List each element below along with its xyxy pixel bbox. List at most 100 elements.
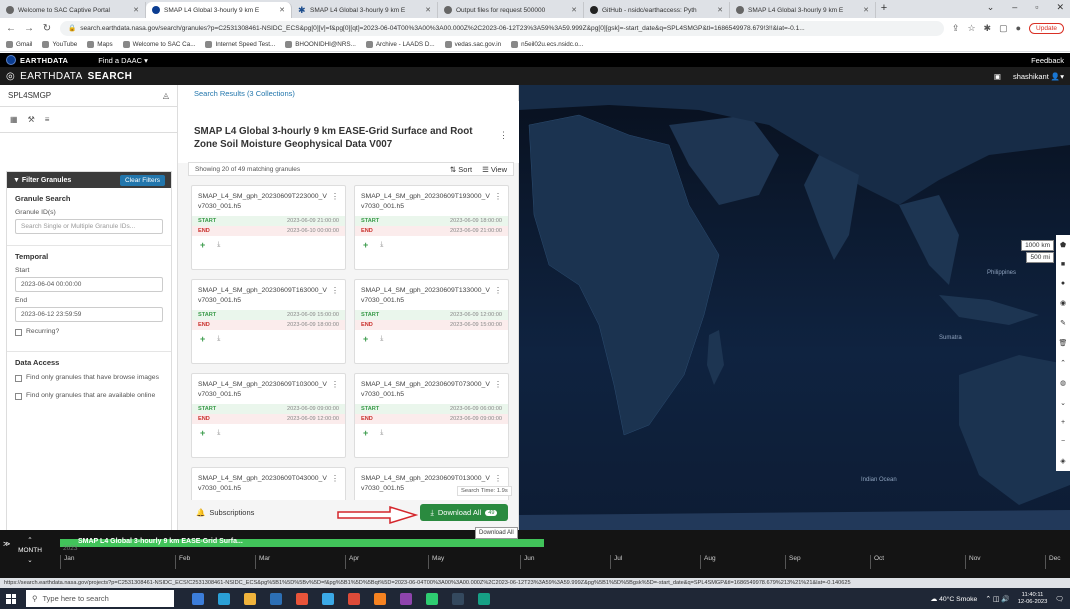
bookmark-item[interactable]: Welcome to SAC Ca... — [122, 41, 195, 48]
timeline-month[interactable]: Apr — [345, 555, 359, 569]
maximize-button[interactable]: ▫ — [1035, 2, 1038, 13]
grid-icon[interactable]: ▦ — [10, 115, 18, 124]
granule-more-icon[interactable]: ⋮ — [331, 286, 339, 296]
timeline-month[interactable]: Dec — [1045, 555, 1061, 569]
bookmark-item[interactable]: Internet Speed Test... — [205, 41, 275, 48]
end-date-input[interactable]: 2023-06-12 23:59:59 — [15, 307, 163, 322]
granule-card[interactable]: SMAP_L4_SM_gph_20230609T133000_Vv7030_00… — [354, 279, 509, 364]
forward-button[interactable]: → — [24, 23, 34, 34]
chrome-icon[interactable] — [348, 592, 360, 605]
add-granule-icon[interactable]: + — [200, 334, 205, 344]
edit-icon[interactable]: ✎ — [1060, 319, 1066, 327]
close-tab-icon[interactable]: ✕ — [133, 6, 139, 14]
add-granule-icon[interactable]: + — [200, 428, 205, 438]
chevron-down-icon[interactable]: ⌄ — [12, 556, 48, 566]
draw-rectangle-icon[interactable]: ■ — [1061, 261, 1065, 268]
update-button[interactable]: Update — [1029, 22, 1064, 34]
chevron-up-icon[interactable]: ⌃ — [12, 536, 48, 546]
back-button[interactable]: ← — [6, 23, 16, 34]
timeline-month[interactable]: Jul — [610, 555, 622, 569]
add-granule-icon[interactable]: + — [363, 334, 368, 344]
user-menu[interactable]: shashikant 👤▾ — [1013, 72, 1064, 81]
extensions-icon[interactable]: ✱ — [984, 23, 992, 34]
app-icon[interactable] — [478, 592, 490, 605]
timeline-zoom[interactable]: ⌃ MONTH ⌄ — [12, 536, 48, 566]
app-icon[interactable] — [426, 592, 438, 605]
online-only-checkbox[interactable]: Find only granules that are available on… — [15, 391, 163, 401]
download-granule-icon[interactable]: ⤓ — [217, 241, 220, 249]
browser-tab[interactable]: Welcome to SAC Captive Portal ✕ — [0, 2, 146, 18]
add-granule-icon[interactable]: + — [200, 240, 205, 250]
spatial-icon[interactable]: ◬ — [163, 91, 169, 100]
granule-card[interactable]: SMAP_L4_SM_gph_20230609T163000_Vv7030_00… — [191, 279, 346, 364]
download-granule-icon[interactable]: ⤓ — [217, 429, 220, 437]
file-explorer-icon[interactable] — [244, 592, 256, 605]
download-granule-icon[interactable]: ⤓ — [380, 241, 383, 249]
find-daac-menu[interactable]: Find a DAAC ▾ — [98, 56, 148, 65]
timeline-month[interactable]: Mar — [255, 555, 270, 569]
collection-search-input[interactable]: SPL4SMGP ◬ — [0, 85, 177, 107]
timeline-month[interactable]: Oct — [870, 555, 884, 569]
bookmark-item[interactable]: YouTube — [42, 41, 77, 48]
zoom-in-button[interactable]: + — [1061, 419, 1065, 426]
app-icon[interactable] — [400, 592, 412, 605]
app-icon[interactable] — [322, 592, 334, 605]
granule-more-icon[interactable]: ⋮ — [494, 192, 502, 202]
earthdata-logo[interactable]: EARTHDATA — [6, 55, 68, 65]
granule-card[interactable]: SMAP_L4_SM_gph_20230609T193000_Vv7030_00… — [354, 185, 509, 270]
browser-tab[interactable]: SMAP L4 Global 3-hourly 9 km E ✕ — [730, 2, 876, 18]
task-view-icon[interactable] — [192, 592, 204, 605]
download-granule-icon[interactable]: ⤓ — [380, 335, 383, 343]
chevron-down-icon[interactable]: ⌄ — [987, 2, 995, 13]
projection-south-icon[interactable]: ⌄ — [1060, 399, 1066, 407]
granule-more-icon[interactable]: ⋮ — [331, 192, 339, 202]
menu-icon[interactable]: ≡ — [45, 115, 50, 124]
start-date-input[interactable]: 2023-06-04 00:00:00 — [15, 277, 163, 292]
granule-more-icon[interactable]: ⋮ — [331, 474, 339, 484]
minimize-button[interactable]: – — [1012, 2, 1017, 13]
bookmark-item[interactable]: Gmail — [6, 41, 32, 48]
close-tab-icon[interactable]: ✕ — [279, 6, 285, 14]
granule-more-icon[interactable]: ⋮ — [331, 380, 339, 390]
bookmark-item[interactable]: n5eil02u.ecs.nsidc.o... — [511, 41, 583, 48]
app-icon[interactable] — [452, 592, 464, 605]
timeline-month[interactable]: Feb — [175, 555, 190, 569]
browser-tab[interactable]: Output files for request 500000 ✕ — [438, 2, 584, 18]
projection-north-icon[interactable]: ⌃ — [1060, 359, 1066, 367]
notifications-icon[interactable]: 🗨 — [1055, 595, 1064, 603]
weather-widget[interactable]: ☁ 40°C Smoke — [930, 595, 977, 603]
timeline-month[interactable]: Nov — [965, 555, 981, 569]
sort-button[interactable]: ⇅ Sort — [450, 165, 472, 174]
new-tab-button[interactable]: + — [876, 2, 892, 18]
subscriptions-button[interactable]: 🔔 Subscriptions — [196, 508, 254, 517]
granule-more-icon[interactable]: ⋮ — [494, 474, 502, 484]
feedback-link[interactable]: Feedback — [1031, 56, 1064, 65]
trash-icon[interactable]: 🗑 — [1059, 339, 1068, 347]
browser-tab[interactable]: SMAP L4 Global 3-hourly 9 km E ✕ — [146, 2, 292, 18]
timeline-month[interactable]: May — [428, 555, 444, 569]
url-field[interactable]: 🔒 search.earthdata.nasa.gov/search/granul… — [60, 20, 944, 36]
reload-button[interactable]: ↻ — [42, 23, 52, 34]
store-icon[interactable] — [270, 592, 282, 605]
bookmark-star-icon[interactable]: ☆ — [967, 23, 975, 34]
draw-polygon-icon[interactable]: ⬟ — [1060, 241, 1066, 249]
clock[interactable]: 11:40:11 12-06-2023 — [1018, 592, 1048, 606]
collection-more-icon[interactable]: ⋮ — [499, 130, 508, 141]
download-granule-icon[interactable]: ⤓ — [380, 429, 383, 437]
sidepanel-icon[interactable]: ▢ — [999, 23, 1008, 34]
granule-card[interactable]: SMAP_L4_SM_gph_20230609T043000_Vv7030_00… — [191, 467, 346, 500]
zoom-out-button[interactable]: − — [1061, 438, 1065, 445]
map-view[interactable]: Indian Ocean Philippines Sumatra 1000 km… — [519, 85, 1070, 530]
granule-more-icon[interactable]: ⋮ — [494, 380, 502, 390]
granule-ids-input[interactable]: Search Single or Multiple Granule IDs... — [15, 219, 163, 234]
tools-icon[interactable]: ⚒ — [28, 115, 35, 124]
close-tab-icon[interactable]: ✕ — [425, 6, 431, 14]
firefox-icon[interactable] — [374, 592, 386, 605]
add-granule-icon[interactable]: + — [363, 428, 368, 438]
share-icon[interactable]: ⇪ — [952, 23, 960, 34]
download-all-button[interactable]: ⤓ Download All 49 — [420, 504, 508, 521]
add-granule-icon[interactable]: + — [363, 240, 368, 250]
windows-start-icon[interactable] — [6, 593, 16, 604]
app-icon[interactable] — [296, 592, 308, 605]
granule-card[interactable]: SMAP_L4_SM_gph_20230609T223000_Vv7030_00… — [191, 185, 346, 270]
